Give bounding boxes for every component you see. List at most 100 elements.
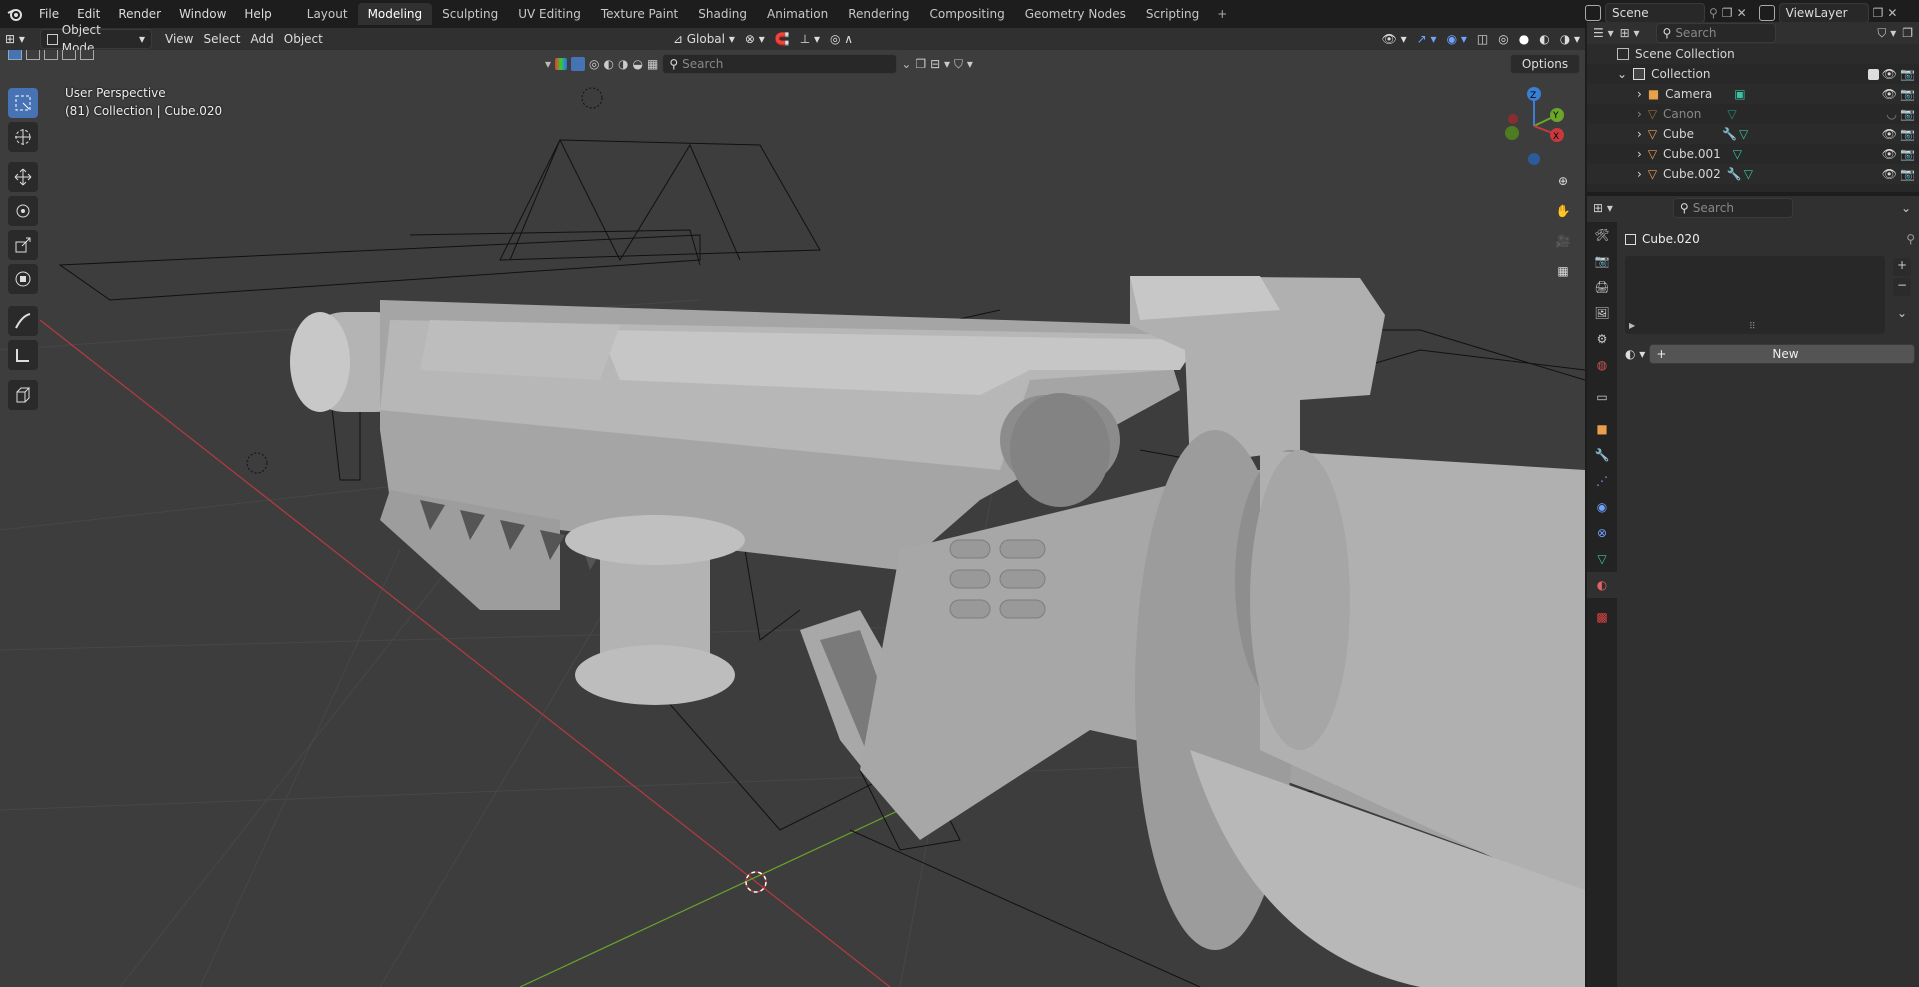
add-workspace-icon[interactable]: +: [1209, 3, 1235, 25]
chevron-right-icon[interactable]: ›: [1637, 167, 1642, 181]
new-scene-icon[interactable]: ❐: [1722, 6, 1733, 20]
tab-geometry-nodes[interactable]: Geometry Nodes: [1015, 3, 1136, 25]
outliner-item-cube[interactable]: › ▽ Cube 🔧 ▽ 👁 📷: [1587, 124, 1919, 144]
object-type-icon[interactable]: [571, 57, 586, 71]
properties-search-input[interactable]: ⚲ Search: [1672, 198, 1793, 218]
menu-select[interactable]: Select: [198, 29, 245, 49]
overlays-toggle-icon[interactable]: ◉ ▾: [1442, 29, 1472, 49]
output-tab-icon[interactable]: 🖨: [1587, 274, 1617, 300]
material-slot-list[interactable]: ▶ ⠿: [1625, 256, 1885, 334]
chevron-right-icon[interactable]: ›: [1637, 107, 1642, 121]
menu-view[interactable]: View: [160, 29, 198, 49]
header-select-modes[interactable]: [8, 50, 103, 62]
light-object-2-icon[interactable]: [246, 452, 268, 474]
camera-render-icon[interactable]: 📷: [1900, 167, 1915, 181]
eye-icon[interactable]: 👁: [1882, 127, 1897, 141]
visibility-toggle-icon[interactable]: 👁 ▾: [1377, 29, 1412, 49]
menu-window[interactable]: Window: [170, 0, 235, 28]
tab-layout[interactable]: Layout: [297, 3, 358, 25]
data-tab-icon[interactable]: ▽: [1587, 546, 1617, 572]
slot-menu-button[interactable]: ⌄: [1893, 306, 1911, 324]
pin-icon[interactable]: ⚲: [1709, 6, 1718, 20]
tab-sculpting[interactable]: Sculpting: [432, 3, 508, 25]
eye-icon[interactable]: 👁: [1882, 167, 1897, 181]
scene-color-icon[interactable]: [555, 58, 568, 70]
shading-mode-4-icon[interactable]: ◒: [632, 57, 642, 71]
view-layer-field[interactable]: ViewLayer: [1778, 3, 1869, 23]
gizmo-toggle-icon[interactable]: ↗ ▾: [1412, 29, 1442, 49]
camera-view-icon[interactable]: 🎥: [1550, 228, 1576, 254]
outliner-item-cube-001[interactable]: › ▽ Cube.001 ▽ 👁 📷: [1587, 144, 1919, 164]
eye-icon[interactable]: 👁: [1882, 87, 1897, 101]
menu-object[interactable]: Object: [279, 29, 328, 49]
transform-orientation-dropdown[interactable]: ⊿ Global ▾: [668, 29, 740, 49]
outliner-search-input[interactable]: ⚲ Search: [1655, 23, 1776, 43]
light-object-icon[interactable]: [581, 87, 603, 109]
texture-tab-icon[interactable]: ▩: [1587, 604, 1617, 630]
new-collection-icon[interactable]: ❐: [1902, 26, 1913, 40]
slot-add-button[interactable]: +: [1893, 258, 1911, 276]
navigation-gizmo[interactable]: Z Y X: [1500, 86, 1570, 166]
material-browse-icon[interactable]: ◐ ▾: [1625, 347, 1645, 361]
chevron-right-icon[interactable]: ›: [1637, 147, 1642, 161]
viewport-search-input[interactable]: ⚲ Search: [662, 54, 898, 74]
material-tab-icon[interactable]: ◐: [1587, 572, 1617, 598]
chevron-right-icon[interactable]: ›: [1637, 127, 1642, 141]
collection-tab-icon[interactable]: ▭: [1587, 384, 1617, 410]
modifier-tab-icon[interactable]: 🔧: [1587, 442, 1617, 468]
camera-render-icon[interactable]: 📷: [1900, 67, 1915, 81]
particles-tab-icon[interactable]: ⋰: [1587, 468, 1617, 494]
shading-mode-1-icon[interactable]: ◎: [589, 57, 599, 71]
select-invert-icon[interactable]: [62, 50, 76, 60]
filter-icon[interactable]: ⛉ ▾: [1877, 26, 1896, 41]
new-view-layer-icon[interactable]: ❐: [1873, 6, 1884, 20]
eye-icon[interactable]: 👁: [1882, 147, 1897, 161]
outliner-item-cube-002[interactable]: › ▽ Cube.002 🔧 ▽ 👁 📷: [1587, 164, 1919, 184]
delete-scene-icon[interactable]: ✕: [1737, 6, 1747, 20]
physics-tab-icon[interactable]: ◉: [1587, 494, 1617, 520]
blender-logo-icon[interactable]: [0, 0, 30, 28]
gun-model[interactable]: [290, 276, 1585, 987]
resize-handle-icon[interactable]: ⠿: [1749, 322, 1756, 332]
scale-tool-icon[interactable]: [8, 230, 38, 260]
select-box-tool-icon[interactable]: [8, 88, 38, 118]
scene-tab-icon[interactable]: ⚙: [1587, 326, 1617, 352]
layout-icon[interactable]: ⊟ ▾: [930, 57, 950, 71]
editor-type-icon[interactable]: ⊞ ▾: [0, 29, 40, 49]
shading-mode-2-icon[interactable]: ◐: [604, 57, 614, 71]
camera-render-icon[interactable]: 📷: [1900, 87, 1915, 101]
scene-collection-row[interactable]: Scene Collection: [1587, 44, 1919, 64]
constraints-tab-icon[interactable]: ⊗: [1587, 520, 1617, 546]
shading-solid-icon[interactable]: ●: [1514, 29, 1534, 49]
snap-toggle-icon[interactable]: 🧲: [770, 29, 795, 49]
shading-rendered-icon[interactable]: ◑ ▾: [1555, 29, 1585, 49]
options-button[interactable]: Options: [1510, 54, 1580, 74]
collection-row[interactable]: ⌄ Collection 👁 📷: [1587, 64, 1919, 84]
triangle-right-icon[interactable]: ▶: [1629, 321, 1635, 330]
annotate-tool-icon[interactable]: [8, 306, 38, 336]
new-material-button[interactable]: + New: [1649, 344, 1915, 364]
world-tab-icon[interactable]: ◍: [1587, 352, 1617, 378]
shading-material-icon[interactable]: ◐: [1534, 29, 1554, 49]
camera-render-icon[interactable]: 📷: [1900, 127, 1915, 141]
ortho-toggle-icon[interactable]: ▦: [1550, 258, 1576, 284]
select-subtract-icon[interactable]: [44, 50, 58, 60]
camera-render-icon[interactable]: 📷: [1900, 107, 1915, 121]
chevron-down-icon[interactable]: ⌄: [1617, 67, 1627, 81]
pin-icon[interactable]: ⚲: [1906, 232, 1915, 246]
tool-tab-icon[interactable]: 🛠: [1587, 222, 1617, 248]
tab-rendering[interactable]: Rendering: [838, 3, 919, 25]
copy-icon[interactable]: ❐: [915, 57, 926, 71]
move-tool-icon[interactable]: [8, 162, 38, 192]
eye-closed-icon[interactable]: ◡: [1887, 107, 1897, 121]
xray-toggle-icon[interactable]: ◫: [1472, 29, 1493, 49]
chevron-right-icon[interactable]: ›: [1637, 87, 1642, 101]
add-cube-tool-icon[interactable]: [8, 380, 38, 410]
object-tab-icon[interactable]: ■: [1587, 416, 1617, 442]
cursor-tool-icon[interactable]: [8, 122, 38, 152]
select-intersect-icon[interactable]: [80, 50, 94, 60]
pan-hand-icon[interactable]: ✋: [1550, 198, 1576, 224]
eye-icon[interactable]: 👁: [1882, 67, 1897, 81]
tab-animation[interactable]: Animation: [757, 3, 838, 25]
filter-icon[interactable]: ⛉ ▾: [954, 57, 973, 72]
